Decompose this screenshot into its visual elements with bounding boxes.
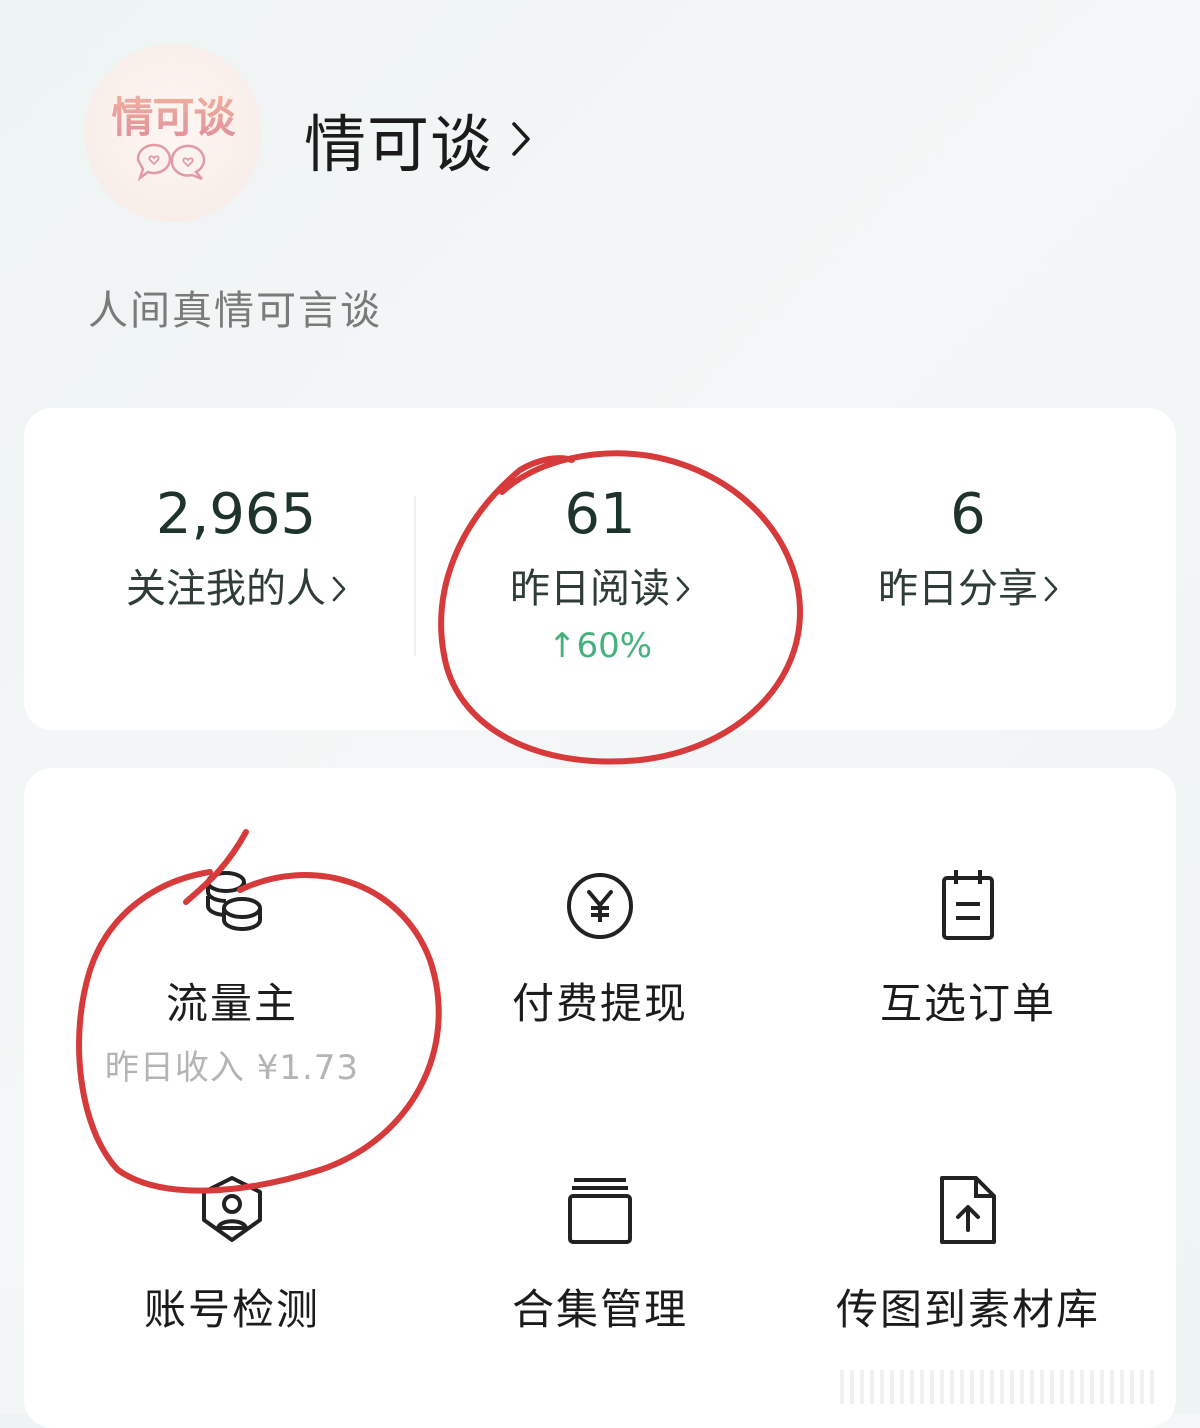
stat-label-row: 昨日阅读 — [408, 562, 792, 616]
shield-user-icon — [40, 1174, 424, 1246]
stat-yesterday-shares[interactable]: 6 昨日分享 — [776, 480, 1160, 616]
stats-card: 2,965 关注我的人 61 昨日阅读 ↑60% 6 昨日分享 — [24, 408, 1176, 730]
tool-account-check[interactable]: 账号检测 — [40, 1174, 424, 1338]
clipboard-icon — [776, 868, 1160, 940]
chevron-right-icon — [1044, 576, 1058, 602]
profile-name: 情可谈 — [304, 108, 494, 181]
tool-label: 流量主 — [165, 979, 298, 1028]
tool-sublabel: 昨日收入 ¥1.73 — [104, 1048, 360, 1088]
stat-trend: ↑60% — [547, 626, 653, 666]
yuan-circle-icon — [408, 868, 792, 940]
stat-label: 关注我的人 — [126, 566, 326, 612]
tool-label: 付费提现 — [511, 979, 688, 1028]
stat-label: 昨日分享 — [878, 566, 1038, 612]
chat-bubbles-icon — [136, 143, 206, 182]
chevron-right-icon — [511, 121, 531, 157]
tool-label: 合集管理 — [511, 1285, 688, 1334]
chevron-right-icon — [332, 576, 346, 602]
stat-label-row: 关注我的人 — [44, 562, 428, 616]
avatar[interactable]: 情可谈 — [84, 44, 262, 222]
stat-value: 61 — [564, 482, 636, 547]
tool-collection-manage[interactable]: 合集管理 — [408, 1174, 792, 1338]
file-upload-icon — [776, 1174, 1160, 1246]
stat-yesterday-reads[interactable]: 61 昨日阅读 ↑60% — [408, 480, 792, 668]
collection-icon — [408, 1174, 792, 1246]
tool-label: 互选订单 — [879, 979, 1056, 1028]
avatar-logo-text: 情可谈 — [84, 84, 262, 145]
stat-value: 6 — [950, 482, 986, 547]
chevron-right-icon — [676, 576, 690, 602]
stat-label-row: 昨日分享 — [776, 562, 1160, 616]
tool-upload-to-library[interactable]: 传图到素材库 — [776, 1174, 1160, 1338]
profile-bio: 人间真情可言谈 — [88, 288, 382, 334]
watermark — [840, 1370, 1160, 1404]
tool-traffic-host[interactable]: 流量主 昨日收入 ¥1.73 — [40, 868, 424, 1089]
stat-value: 2,965 — [155, 482, 317, 547]
stat-label: 昨日阅读 — [510, 566, 670, 612]
stat-followers[interactable]: 2,965 关注我的人 — [44, 480, 428, 616]
coins-icon — [40, 868, 424, 940]
profile-name-link[interactable]: 情可谈 — [304, 94, 531, 184]
tools-card: 流量主 昨日收入 ¥1.73 付费提现 互选订单 账号检测 合集管理 传图到素材… — [24, 768, 1176, 1428]
tool-label: 账号检测 — [143, 1285, 320, 1334]
tool-label: 传图到素材库 — [835, 1285, 1100, 1334]
tool-mutual-orders[interactable]: 互选订单 — [776, 868, 1160, 1032]
tool-paid-withdraw[interactable]: 付费提现 — [408, 868, 792, 1032]
